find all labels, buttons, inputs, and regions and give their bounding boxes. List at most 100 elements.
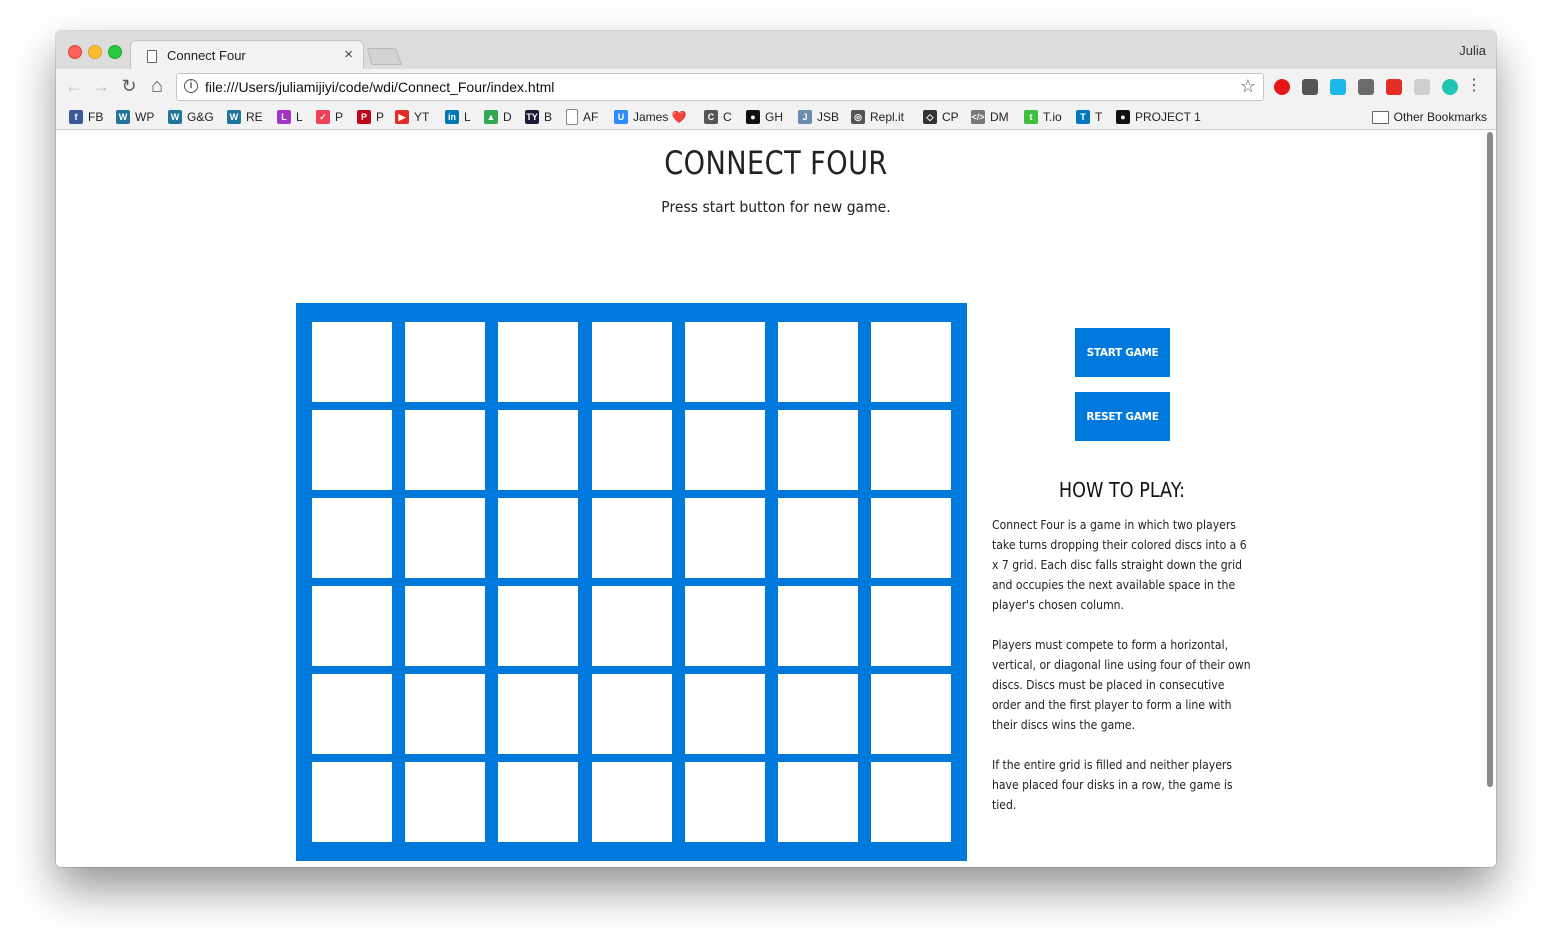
start-game-button[interactable]: START GAME [1075, 328, 1170, 377]
bookmark-label: P [335, 110, 344, 124]
board-cell[interactable] [777, 762, 858, 842]
board-cell[interactable] [405, 586, 486, 666]
board-cell[interactable] [312, 410, 392, 490]
wordpress-icon: W [227, 110, 241, 124]
forward-icon[interactable]: → [90, 75, 112, 97]
board-cell[interactable] [312, 674, 392, 754]
board-cell[interactable] [684, 674, 765, 754]
reload-icon[interactable]: ↻ [118, 75, 140, 97]
board-cell[interactable] [871, 586, 952, 666]
bookmark-cp[interactable]: ◇ CP [923, 108, 959, 126]
bookmark-fb[interactable]: f FB [69, 108, 103, 126]
board-cell[interactable] [871, 410, 952, 490]
tab-connect-four[interactable]: Connect Four × [130, 40, 364, 71]
board-cell[interactable] [684, 498, 765, 578]
back-icon[interactable]: ← [63, 75, 85, 97]
board-cell[interactable] [405, 410, 486, 490]
board-cell[interactable] [405, 322, 486, 402]
new-tab-button[interactable] [366, 48, 402, 65]
board-cell[interactable] [777, 586, 858, 666]
zoom-window-button[interactable] [108, 45, 122, 59]
board-cell[interactable] [591, 322, 672, 402]
bookmark-af[interactable]: AF [566, 108, 598, 126]
jsbin-icon: J [798, 110, 812, 124]
minimize-window-button[interactable] [88, 45, 102, 59]
bookmark-wp[interactable]: W WP [116, 108, 154, 126]
video-icon[interactable] [1386, 79, 1402, 95]
bookmark-dm[interactable]: </> DM [971, 108, 1009, 126]
info-icon[interactable]: i [184, 79, 198, 93]
m-extension-icon[interactable] [1442, 79, 1458, 95]
board-cell[interactable] [312, 762, 392, 842]
board-cell[interactable] [777, 498, 858, 578]
board-cell[interactable] [312, 586, 392, 666]
board-cell[interactable] [405, 498, 486, 578]
bookmark-james[interactable]: U James ❤️ [614, 108, 687, 126]
other-bookmarks-label: Other Bookmarks [1393, 110, 1487, 124]
board-cell[interactable] [498, 322, 579, 402]
bookmark-l[interactable]: in L [445, 108, 471, 126]
grey-extension-icon[interactable] [1414, 79, 1430, 95]
pocket-icon[interactable] [1302, 79, 1318, 95]
ghostery-icon[interactable] [1358, 79, 1374, 95]
bookmark-jsb[interactable]: J JSB [798, 108, 839, 126]
board-cell[interactable] [591, 586, 672, 666]
board-cell[interactable] [684, 762, 765, 842]
bookmark-d[interactable]: ▲ D [484, 108, 512, 126]
board-cell[interactable] [498, 674, 579, 754]
bookmark-star-icon[interactable]: ☆ [1240, 76, 1256, 97]
home-icon[interactable]: ⌂ [146, 75, 168, 97]
reset-game-button[interactable]: RESET GAME [1075, 392, 1170, 441]
bookmark-g-g[interactable]: W G&G [168, 108, 214, 126]
board-cell[interactable] [498, 762, 579, 842]
bookmark-gh[interactable]: ● GH [746, 108, 783, 126]
board-cell[interactable] [498, 498, 579, 578]
address-bar[interactable]: i file:///Users/juliamijiyi/code/wdi/Con… [176, 73, 1264, 101]
board-cell[interactable] [312, 498, 392, 578]
board-cell[interactable] [871, 674, 952, 754]
board-cell[interactable] [498, 586, 579, 666]
bookmark-t-io[interactable]: t T.io [1024, 108, 1062, 126]
vimeo-icon[interactable] [1330, 79, 1346, 95]
board-cell[interactable] [405, 674, 486, 754]
tab-close-icon[interactable]: × [344, 46, 353, 64]
board-cell[interactable] [777, 322, 858, 402]
bookmark-t[interactable]: TT [1076, 108, 1102, 126]
other-bookmarks[interactable]: Other Bookmarks [1371, 108, 1487, 126]
board-cell[interactable] [498, 410, 579, 490]
board-cell[interactable] [871, 498, 952, 578]
bookmark-b[interactable]: TY B [525, 108, 552, 126]
board-cell[interactable] [871, 762, 952, 842]
bookmark-re[interactable]: W RE [227, 108, 263, 126]
scrollbar-thumb[interactable] [1487, 132, 1493, 787]
trello-icon: T [1076, 110, 1090, 124]
board-cell[interactable] [777, 410, 858, 490]
profile-name[interactable]: Julia [1459, 43, 1486, 58]
close-window-button[interactable] [68, 45, 82, 59]
board-cell[interactable] [312, 322, 392, 402]
board-cell[interactable] [591, 674, 672, 754]
scrollbar[interactable] [1484, 130, 1496, 867]
board-cell[interactable] [684, 322, 765, 402]
bookmark-repl-it[interactable]: ◎ Repl.it [851, 108, 904, 126]
opera-icon[interactable] [1274, 79, 1290, 95]
board-cell[interactable] [777, 674, 858, 754]
bookmark-yt[interactable]: ▶ YT [395, 108, 429, 126]
bookmark-label: GH [765, 110, 783, 124]
board-cell[interactable] [591, 498, 672, 578]
url-text[interactable]: file:///Users/juliamijiyi/code/wdi/Conne… [205, 79, 554, 95]
bookmark-project-1[interactable]: ● PROJECT 1 [1116, 108, 1201, 126]
bookmark-l[interactable]: LL [277, 108, 303, 126]
board-cell[interactable] [591, 410, 672, 490]
bookmark-p[interactable]: ✓ P [316, 108, 343, 126]
board-cell[interactable] [405, 762, 486, 842]
tab-title: Connect Four [167, 48, 246, 63]
bookmark-c[interactable]: CC [704, 108, 732, 126]
board-cell[interactable] [684, 586, 765, 666]
board-cell[interactable] [684, 410, 765, 490]
bookmark-p[interactable]: PP [357, 108, 384, 126]
board-cell[interactable] [871, 322, 952, 402]
bookmark-label: RE [246, 110, 263, 124]
menu-icon[interactable]: ⋮ [1466, 77, 1482, 95]
board-cell[interactable] [591, 762, 672, 842]
